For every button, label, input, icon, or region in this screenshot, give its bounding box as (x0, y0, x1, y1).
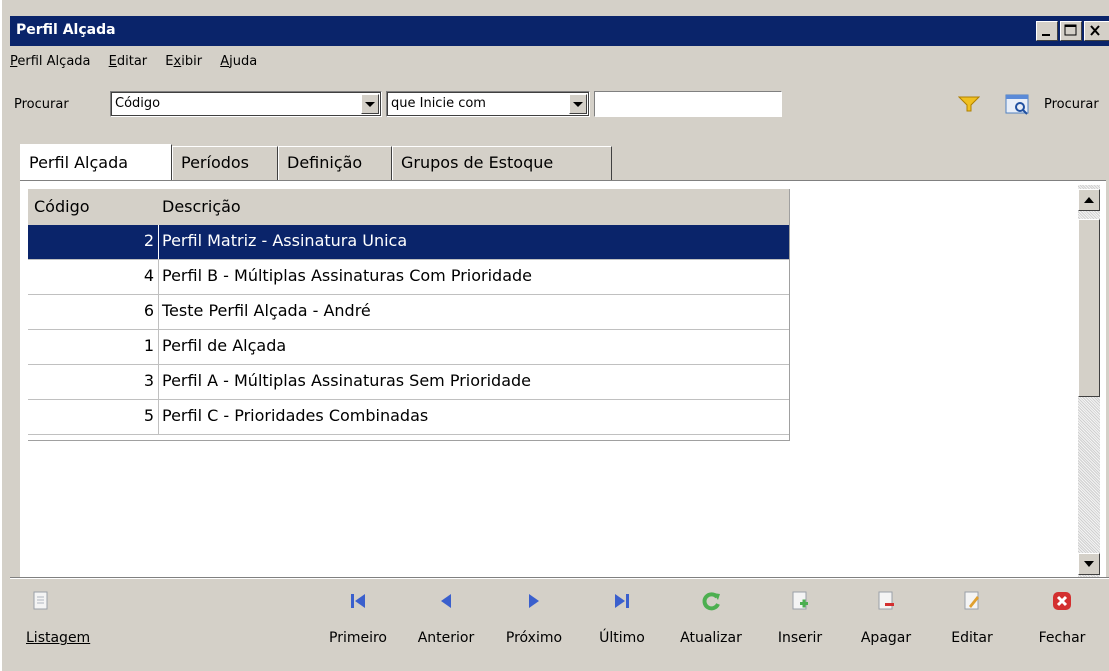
column-header-codigo[interactable]: Código (34, 197, 90, 216)
search-label: Procurar (14, 97, 69, 112)
table-row[interactable]: 6 Teste Perfil Alçada - André (28, 295, 790, 330)
next-record-icon (529, 594, 539, 608)
search-button[interactable]: Procurar (1000, 92, 1099, 116)
window: Perfil Alçada Perfil Alçada Editar Exibi… (0, 0, 1109, 671)
menu-perfil-alcada[interactable]: Perfil Alçada (10, 54, 91, 69)
tab-panel: Código Descrição 2 Perfil Matriz - Assin… (20, 180, 1106, 577)
close-icon (1090, 25, 1100, 36)
search-input[interactable] (594, 91, 782, 117)
scroll-up-button[interactable] (1078, 189, 1100, 211)
menu-bar: Perfil Alçada Editar Exibir Ajuda (10, 54, 271, 76)
maximize-icon (1064, 24, 1077, 36)
primeiro-button[interactable]: Primeiro (318, 590, 398, 646)
table-row[interactable]: 2 Perfil Matriz - Assinatura Unica (28, 225, 790, 260)
search-bar: Procurar Código que Inicie com Procurar (10, 88, 1109, 120)
minimize-button[interactable] (1036, 21, 1058, 41)
menu-editar[interactable]: Editar (109, 54, 148, 69)
ultimo-button[interactable]: Último (586, 590, 658, 646)
search-operator-select[interactable]: que Inicie com (386, 91, 590, 117)
search-field-select[interactable]: Código (110, 91, 382, 117)
table-row[interactable]: 1 Perfil de Alçada (28, 330, 790, 365)
edit-document-icon (964, 591, 979, 610)
scrollbar-thumb[interactable] (1078, 219, 1100, 397)
dropdown-arrow-icon[interactable] (361, 94, 379, 114)
title-bar[interactable]: Perfil Alçada (10, 16, 1109, 46)
previous-record-icon (441, 594, 451, 608)
document-list-icon (33, 591, 48, 610)
fechar-button[interactable]: Fechar (1030, 590, 1094, 646)
listagem-button[interactable]: Listagem (26, 590, 90, 646)
window-title: Perfil Alçada (16, 22, 116, 38)
insert-document-icon (792, 591, 808, 610)
editar-button[interactable]: Editar (944, 590, 1000, 646)
table-row[interactable]: 3 Perfil A - Múltiplas Assinaturas Sem P… (28, 365, 790, 400)
divider (10, 577, 1109, 579)
tab-grupos-de-estoque[interactable]: Grupos de Estoque (392, 146, 612, 180)
column-header-descricao[interactable]: Descrição (162, 197, 241, 216)
last-record-icon (615, 594, 629, 608)
proximo-button[interactable]: Próximo (496, 590, 572, 646)
atualizar-button[interactable]: Atualizar (670, 590, 752, 646)
vertical-scrollbar[interactable] (1078, 185, 1100, 577)
maximize-button[interactable] (1060, 21, 1082, 41)
filter-icon[interactable] (957, 95, 981, 117)
grid-header: Código Descrição (28, 189, 790, 225)
arrow-up-icon (1084, 197, 1094, 203)
bottom-toolbar: Listagem Primeiro Anterior Próximo Últim… (2, 586, 1109, 666)
inserir-button[interactable]: Inserir (766, 590, 834, 646)
delete-document-icon (878, 591, 894, 610)
tab-definicao[interactable]: Definição (278, 146, 392, 180)
table-row[interactable]: 5 Perfil C - Prioridades Combinadas (28, 400, 790, 435)
search-window-icon (1005, 94, 1029, 115)
tab-perfil-alcada[interactable]: Perfil Alçada (20, 144, 172, 180)
anterior-button[interactable]: Anterior (406, 590, 486, 646)
dropdown-arrow-icon[interactable] (569, 94, 587, 114)
menu-ajuda[interactable]: Ajuda (220, 54, 257, 69)
first-record-icon (351, 594, 365, 608)
refresh-icon (702, 592, 720, 611)
table-row[interactable]: 4 Perfil B - Múltiplas Assinaturas Com P… (28, 260, 790, 295)
apagar-button[interactable]: Apagar (854, 590, 918, 646)
scroll-down-button[interactable] (1078, 553, 1100, 575)
close-window-button[interactable] (1084, 21, 1109, 41)
tab-periodos[interactable]: Períodos (172, 146, 278, 180)
arrow-down-icon (1084, 561, 1094, 567)
menu-exibir[interactable]: Exibir (165, 54, 202, 69)
minimize-icon (1042, 34, 1050, 36)
close-red-icon (1053, 592, 1071, 610)
